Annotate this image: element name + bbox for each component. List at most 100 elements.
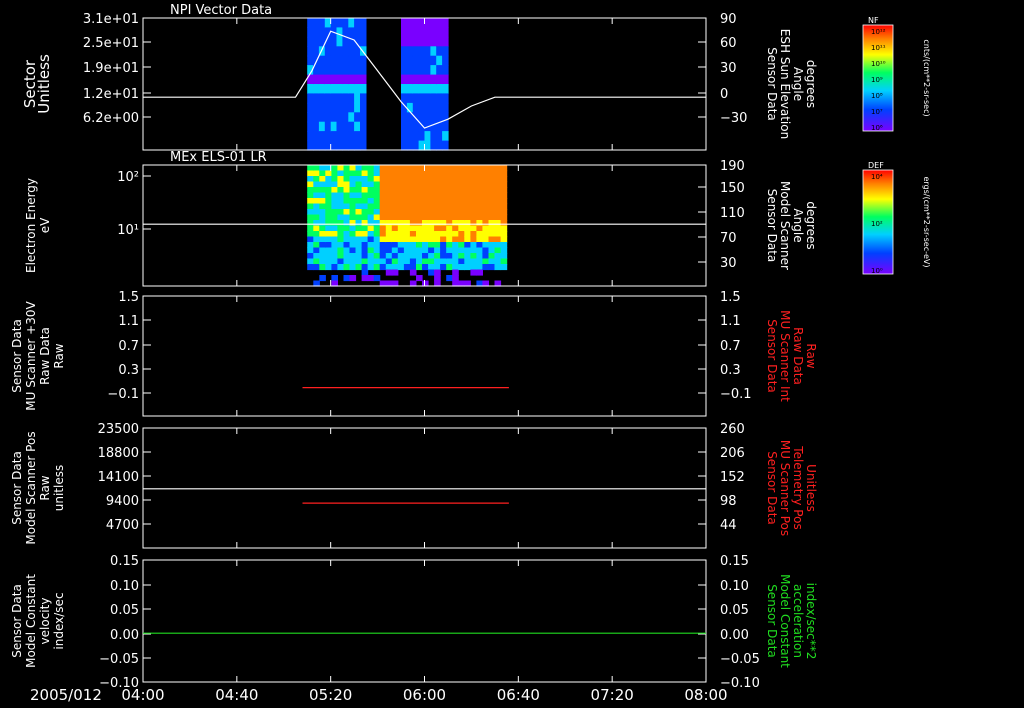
spectrogram-cell — [307, 112, 314, 123]
spectrogram-cell — [325, 231, 332, 238]
spectrogram-cell — [342, 93, 349, 104]
spectrogram-cell — [440, 214, 447, 221]
spectrogram-cell — [354, 55, 361, 66]
spectrogram-cell — [361, 203, 369, 210]
spectrogram-cell — [349, 165, 357, 172]
spectrogram-cell — [313, 187, 320, 194]
spectrogram-cell — [452, 176, 459, 183]
spectrogram-cell — [361, 192, 369, 199]
spectrogram-cell — [313, 181, 320, 188]
spectrogram-cell — [349, 242, 357, 249]
y-tick-label-left: 9400 — [106, 494, 139, 509]
spectrogram-cell — [397, 253, 405, 260]
spectrogram-cell — [331, 264, 338, 271]
spectrogram-cell — [367, 225, 375, 232]
spectrogram-cell — [325, 225, 332, 232]
spectrogram-cell — [476, 264, 483, 271]
spectrogram-cell — [397, 165, 405, 172]
y-tick-label-left: 0.3 — [118, 363, 139, 378]
spectrogram-cell — [336, 121, 343, 132]
spectrogram-cell — [385, 198, 393, 205]
spectrogram-cell — [470, 220, 477, 227]
spectrogram-cell — [488, 203, 496, 210]
colorbar-tick: 10¹² — [871, 28, 886, 36]
spectrogram-cell — [330, 93, 338, 104]
spectrogram-cell — [452, 187, 459, 194]
y-tick-label-left: 0.15 — [110, 554, 139, 569]
y-axis-label-left: Sensor Data — [10, 451, 24, 525]
spectrogram-cell — [409, 258, 417, 265]
spectrogram-cell — [391, 242, 399, 249]
spectrogram-cell — [482, 187, 489, 194]
spectrogram-cell — [422, 242, 429, 249]
spectrogram-cell — [424, 112, 431, 123]
spectrogram-cell — [424, 55, 431, 66]
spectrogram-cell — [331, 236, 338, 243]
spectrogram-cell — [476, 203, 483, 210]
y-axis-label-left: unitless — [52, 465, 66, 511]
spectrogram-cell — [416, 220, 423, 227]
spectrogram-cell — [337, 247, 344, 254]
spectrogram-cell — [313, 214, 320, 221]
spectrogram-cell — [307, 131, 314, 142]
spectrogram-cell — [349, 220, 357, 227]
spectrogram-cell — [500, 264, 508, 271]
spectrogram-cell — [331, 198, 338, 205]
spectrogram-cell — [434, 220, 441, 227]
spectrogram-cell — [470, 181, 477, 188]
spectrogram-cell — [325, 258, 332, 265]
spectrogram-cell — [428, 242, 435, 249]
spectrogram-cell — [325, 236, 332, 243]
spectrogram-cell — [391, 209, 399, 216]
spectrogram-cell — [470, 176, 477, 183]
spectrogram-cell — [337, 225, 344, 232]
spectrogram-cell — [401, 140, 408, 151]
spectrogram-cell — [488, 258, 496, 265]
spectrogram-cell — [436, 112, 443, 123]
spectrogram-cell — [428, 192, 435, 199]
spectrogram-cell — [330, 36, 338, 47]
spectrogram-cell — [307, 27, 314, 38]
spectrogram-cell — [428, 170, 435, 177]
spectrogram-cell — [349, 181, 357, 188]
spectrogram-cell — [430, 74, 437, 85]
spectrogram-cell — [434, 242, 441, 249]
spectrogram-cell — [325, 176, 332, 183]
figure: 3.1e+01 2.5e+01 1.9e+01 1.2e+01 6.2e+00 90 60 3… — [10, 3, 931, 704]
spectrogram-cell — [342, 131, 349, 142]
spectrogram-cell — [342, 65, 349, 76]
spectrogram-cell — [470, 242, 477, 249]
spectrogram-cell — [446, 242, 453, 249]
spectrogram-cell — [307, 165, 314, 172]
spectrogram-cell — [416, 258, 423, 265]
y-axis-label-right: MU Scanner Int — [778, 310, 792, 402]
spectrogram-cell — [367, 165, 375, 172]
spectrogram-cell — [470, 247, 477, 254]
spectrogram-cell — [464, 258, 471, 265]
spectrogram-cell — [355, 220, 363, 227]
spectrogram-cell — [494, 181, 502, 188]
spectrogram-cell — [409, 176, 417, 183]
spectrogram-cell — [430, 112, 437, 123]
spectrogram-cell — [458, 181, 465, 188]
spectrogram-cell — [482, 209, 489, 216]
spectrogram-cell — [440, 187, 447, 194]
spectrogram-cell — [428, 253, 435, 260]
spectrogram-cell — [307, 247, 314, 254]
spectrogram-cell — [434, 165, 441, 172]
colorbar-label: NF — [868, 16, 879, 25]
spectrogram-cell — [355, 181, 363, 188]
spectrogram-cell — [428, 269, 435, 276]
spectrogram-cell — [319, 275, 326, 282]
spectrogram-cell — [434, 187, 441, 194]
spectrogram-cell — [488, 170, 496, 177]
def-colorbar: DEF 10⁴ 10² 10⁰ ergs/(cm**2-sr-sec-eV) — [862, 161, 931, 275]
spectrogram-cell — [348, 112, 355, 123]
spectrogram-cell — [470, 231, 477, 238]
spectrogram-cell — [337, 198, 344, 205]
spectrogram-cell — [355, 264, 363, 271]
spectrogram-cell — [422, 214, 429, 221]
spectrogram-cell — [416, 198, 423, 205]
spectrogram-cell — [318, 84, 326, 94]
spectrogram-cell — [325, 209, 332, 216]
